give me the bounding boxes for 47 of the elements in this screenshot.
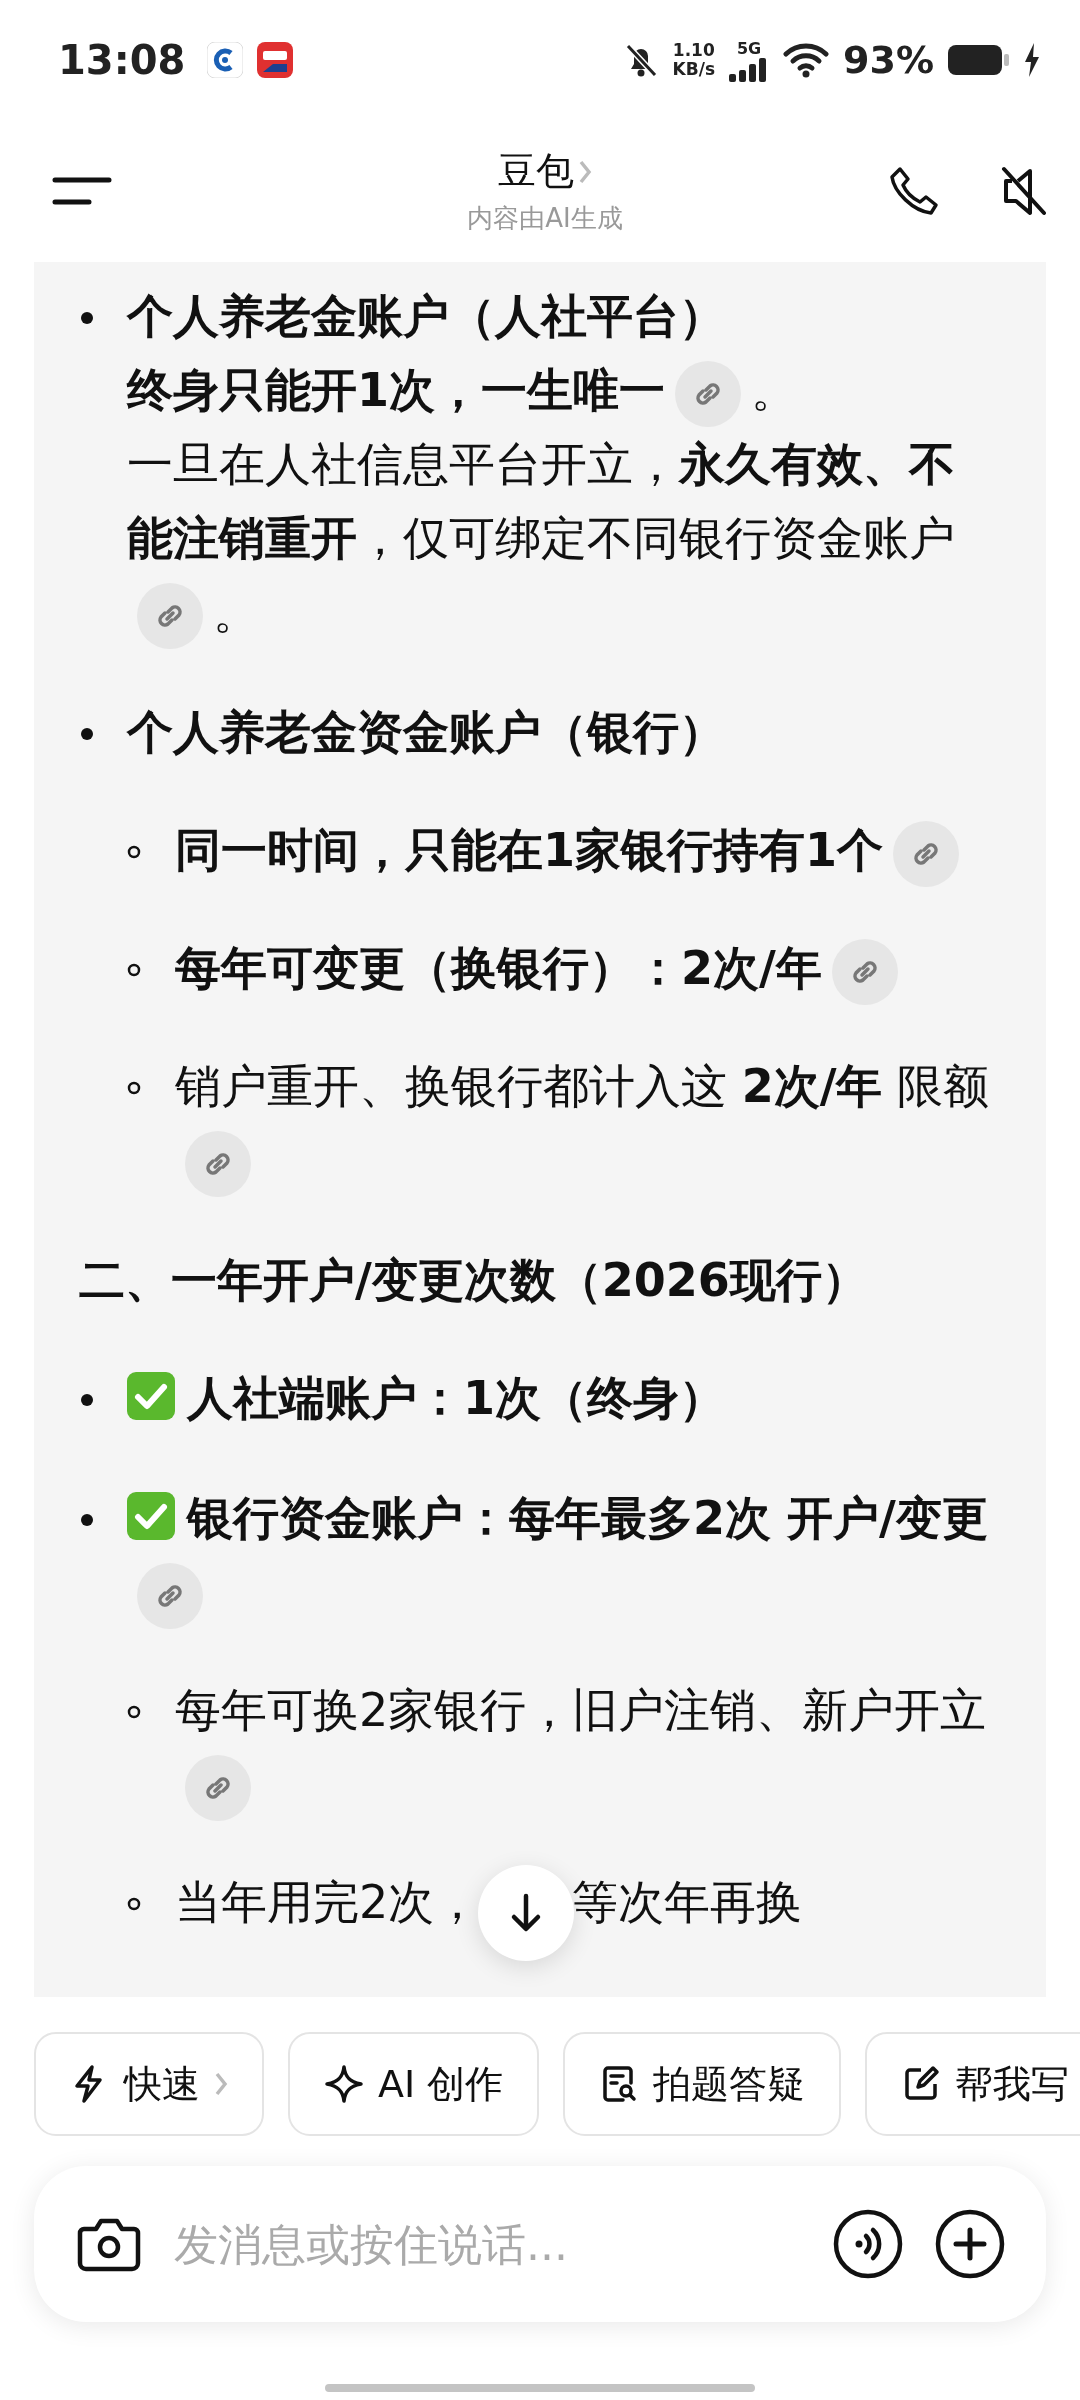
plus-icon[interactable] <box>934 2208 1006 2280</box>
chevron-icon <box>578 158 592 185</box>
bullet-icon <box>80 727 94 741</box>
bullet-icon <box>127 845 141 859</box>
wifi-icon <box>783 41 830 79</box>
list-text: 等次年再换 <box>572 1875 803 1929</box>
bullet-icon <box>127 963 141 977</box>
charging-icon <box>1024 43 1040 77</box>
speed-unit: KB/s <box>672 60 716 79</box>
bullet-icon <box>127 1081 141 1095</box>
list-text: 。 <box>751 363 797 417</box>
network-speed: 1.10 <box>672 41 715 60</box>
sparkle-icon <box>324 2064 364 2104</box>
app-icon <box>207 42 244 78</box>
message-field[interactable]: 发消息或按住说话... <box>172 2217 802 2271</box>
bullet-icon <box>80 311 94 325</box>
list-text: 。 <box>213 585 259 639</box>
app-icon <box>257 42 294 78</box>
bullet-icon <box>127 1705 141 1719</box>
list-text: 银行资金账户：每年最多2次 开户/变更 <box>187 1491 988 1545</box>
network-type: 5G <box>736 38 762 58</box>
battery-icon <box>948 43 1010 77</box>
list-text: 每年可换2家银行，旧户注销、新户开立 <box>175 1683 987 1737</box>
list-text: 一旦在人社信息平台开立，永久有效、不能注销重开，仅可绑定不同银行资金账户 <box>127 437 955 565</box>
shortcut-chip[interactable]: 帮我写 <box>865 2032 1080 2136</box>
list-text: 每年可变更（换银行）：2次/年 <box>175 941 822 995</box>
shortcut-chip[interactable]: AI 创作 <box>288 2032 540 2136</box>
list-text: 个人养老金账户（人社平台） <box>127 289 725 343</box>
list-text: 当年用完2次， <box>175 1875 481 1929</box>
bullet-icon <box>127 1897 141 1911</box>
voice-icon[interactable] <box>832 2208 904 2280</box>
section-heading: 二、一年开户/变更次数（2026现行） <box>79 1252 869 1309</box>
shortcut-chip[interactable]: 快速 <box>34 2032 264 2136</box>
list-text: 个人养老金资金账户（银行） <box>127 705 725 759</box>
ai-notice: 内容由AI生成 <box>467 202 623 235</box>
chat-title[interactable]: 豆包 <box>498 146 574 197</box>
list-text: 同一时间，只能在1家银行持有1个 <box>175 823 883 877</box>
list-text: 销户重开、换银行都计入这 2次/年 限额 <box>175 1059 990 1113</box>
bullet-icon <box>80 1513 94 1527</box>
shortcut-chip[interactable]: 拍题答疑 <box>563 2032 842 2136</box>
phone-icon[interactable] <box>888 165 940 217</box>
list-text: 终身只能开1次，一生唯一 <box>127 363 665 417</box>
clock-time: 13:08 <box>58 37 186 83</box>
menu-icon[interactable] <box>52 176 112 206</box>
list-text: 人社端账户：1次（终身） <box>187 1371 725 1425</box>
battery-percent: 93% <box>843 38 934 82</box>
bullet-icon <box>80 1393 94 1407</box>
